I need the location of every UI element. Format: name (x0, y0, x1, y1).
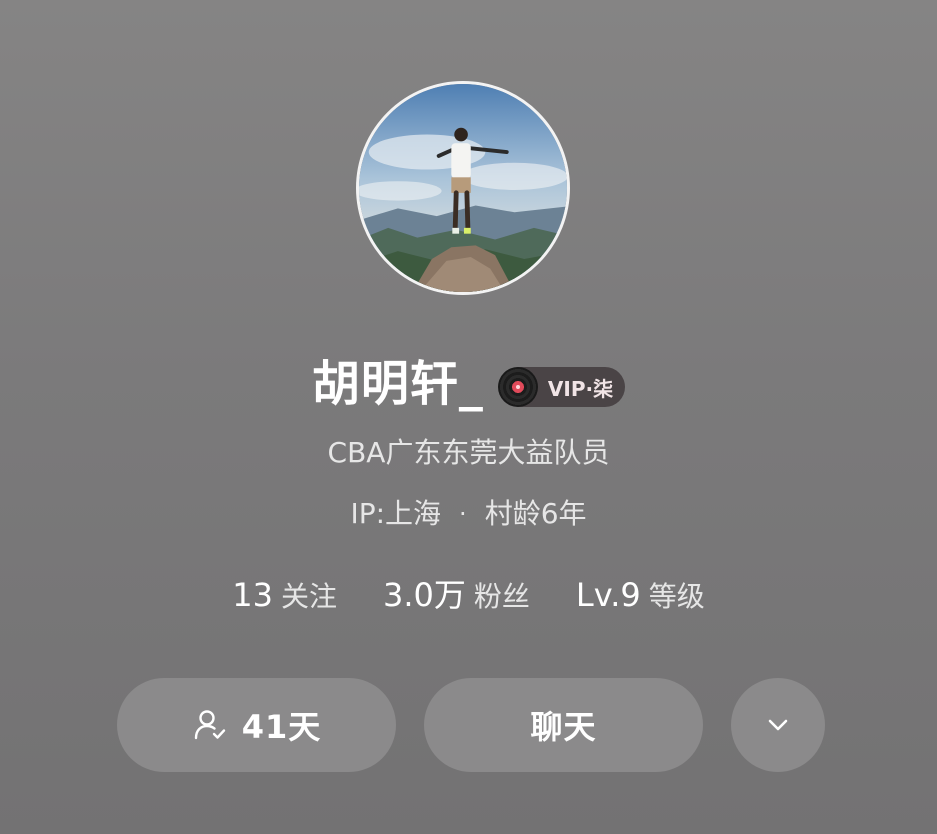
friend-days-label: 41天 (241, 708, 322, 746)
chat-label: 聊天 (530, 708, 597, 746)
stat-followers[interactable]: 3.0万 粉丝 (383, 574, 530, 618)
vinyl-disc-icon (497, 367, 538, 407)
meta-separator: · (459, 500, 467, 528)
stat-label: 关注 (280, 580, 337, 613)
vip-label: VIP·柒 (547, 376, 614, 401)
avatar-image (359, 84, 567, 292)
vip-badge[interactable]: VIP·柒 (497, 367, 626, 407)
stat-label: 等级 (648, 580, 705, 613)
chevron-down-icon (763, 710, 793, 740)
user-check-icon (192, 707, 228, 743)
stats-row: 13 关注 3.0万 粉丝 Lv.9 等级 (0, 574, 937, 618)
username: 胡明轩_ (311, 356, 484, 412)
bio: CBA广东东莞大益队员 (327, 436, 610, 469)
stat-value: 3.0万 (382, 576, 466, 614)
name-row: 胡明轩_ VIP·柒 (0, 352, 937, 416)
stat-value: 13 (232, 576, 273, 614)
stat-value: Lv.9 (575, 576, 641, 614)
stat-level[interactable]: Lv.9 等级 (576, 574, 705, 618)
more-button[interactable] (731, 678, 825, 772)
friend-days-button[interactable]: 41天 (117, 678, 396, 772)
profile-meta: IP:上海 · 村龄6年 (0, 494, 937, 534)
chat-button[interactable]: 聊天 (424, 678, 703, 772)
ip-location: IP:上海 (350, 497, 442, 530)
stat-label: 粉丝 (473, 580, 530, 613)
stat-following[interactable]: 13 关注 (232, 574, 337, 618)
account-age: 村龄6年 (484, 497, 587, 530)
avatar[interactable] (356, 81, 570, 295)
